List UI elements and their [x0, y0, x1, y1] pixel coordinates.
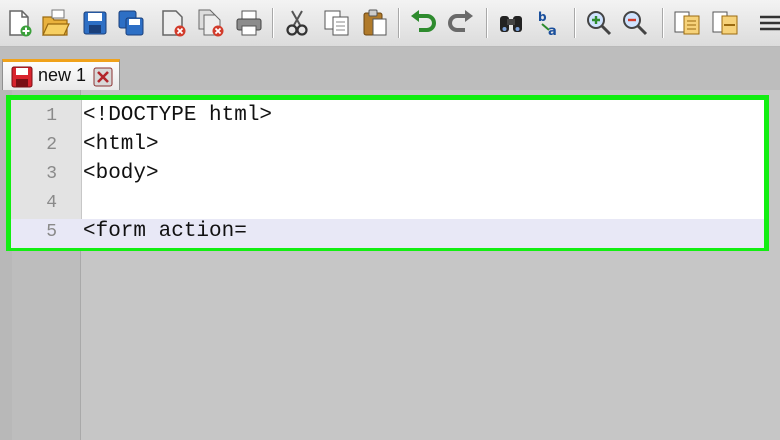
highlighted-code-region: 1 <!DOCTYPE html> 2 <html> 3 <body> 4 5 … — [6, 95, 769, 251]
toolbar-separator — [272, 8, 273, 38]
sync-horizontal-icon — [712, 11, 738, 35]
binoculars-icon — [500, 16, 522, 32]
close-all-icon — [198, 9, 224, 37]
printer-icon — [236, 10, 262, 36]
new-file-icon — [9, 10, 32, 37]
sync-vertical-icon — [674, 11, 700, 35]
clipboard-icon — [363, 9, 387, 36]
line-number: 2 — [46, 135, 57, 155]
cut-button[interactable] — [282, 6, 312, 40]
line-number: 5 — [46, 222, 57, 242]
code-text: <html> — [83, 133, 159, 156]
zoom-in-icon — [587, 11, 612, 36]
replace-icon: b a — [538, 10, 557, 38]
folder-open-icon — [42, 9, 70, 36]
sync-horizontal-button[interactable] — [710, 6, 740, 40]
find-button[interactable] — [496, 6, 526, 40]
scissors-icon — [286, 10, 308, 36]
code-line[interactable]: 2 <html> — [11, 132, 764, 161]
code-text: <!DOCTYPE html> — [83, 104, 273, 127]
close-file-icon — [162, 10, 186, 37]
close-icon[interactable] — [93, 67, 113, 87]
undo-button[interactable] — [408, 6, 438, 40]
svg-text:b: b — [538, 10, 547, 24]
paste-button[interactable] — [360, 6, 390, 40]
code-line[interactable]: 3 <body> — [11, 161, 764, 190]
open-file-button[interactable] — [40, 6, 70, 40]
tab-label: new 1 — [38, 65, 87, 85]
undo-icon — [411, 10, 436, 32]
tab-new-1[interactable]: new 1 — [2, 59, 120, 90]
save-button[interactable] — [80, 6, 110, 40]
current-code-line[interactable]: 5 <form action= — [11, 219, 764, 248]
close-all-button[interactable] — [196, 6, 226, 40]
line-number: 3 — [46, 164, 57, 184]
redo-icon — [448, 10, 473, 32]
svg-text:a: a — [548, 24, 557, 38]
line-number: 4 — [46, 193, 57, 213]
save-all-icon — [118, 10, 144, 36]
print-button[interactable] — [234, 6, 264, 40]
code-line[interactable]: 4 — [11, 190, 764, 219]
save-icon — [83, 11, 107, 35]
copy-button[interactable] — [322, 6, 352, 40]
word-wrap-icon — [760, 15, 780, 31]
word-wrap-button[interactable] — [756, 6, 780, 40]
sync-vertical-button[interactable] — [672, 6, 702, 40]
copy-icon — [324, 10, 349, 36]
toolbar-separator — [486, 8, 487, 38]
unsaved-disk-icon — [11, 66, 33, 88]
new-file-button[interactable] — [4, 6, 34, 40]
zoom-in-button[interactable] — [584, 6, 614, 40]
code-line[interactable]: 1 <!DOCTYPE html> — [11, 103, 764, 132]
toolbar-separator — [398, 8, 399, 38]
toolbar-separator — [574, 8, 575, 38]
line-number: 1 — [46, 106, 57, 126]
code-text: <form action= — [83, 220, 247, 243]
code-text: <body> — [83, 162, 159, 185]
tab-strip: new 1 — [0, 47, 780, 90]
save-all-button[interactable] — [116, 6, 146, 40]
toolbar-separator — [662, 8, 663, 38]
replace-button[interactable]: b a — [534, 6, 564, 40]
close-file-button[interactable] — [158, 6, 188, 40]
zoom-out-icon — [623, 11, 648, 36]
editor-area[interactable]: 1 <!DOCTYPE html> 2 <html> 3 <body> 4 5 … — [0, 90, 780, 440]
zoom-out-button[interactable] — [620, 6, 650, 40]
redo-button[interactable] — [446, 6, 476, 40]
toolbar: b a — [0, 0, 780, 47]
